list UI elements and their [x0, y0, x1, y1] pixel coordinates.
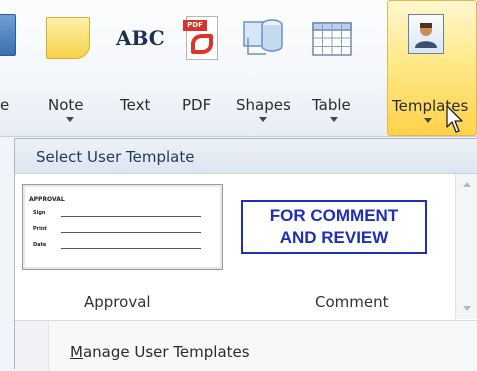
approval-preview-title: APPROVAL: [29, 196, 65, 203]
dropdown-title: Select User Template: [36, 148, 195, 166]
gallery-scrollbar[interactable]: [455, 174, 477, 319]
template-caption-approval: Approval: [84, 293, 151, 311]
table-button[interactable]: Table: [298, 0, 374, 136]
manage-templates-item[interactable]: Manage User Templates: [15, 320, 477, 371]
user-template-icon: [408, 14, 444, 54]
comment-stamp-preview: FOR COMMENT AND REVIEW: [241, 200, 427, 254]
abc-text-icon: ABC: [116, 26, 165, 50]
text-button[interactable]: ABC Text: [108, 0, 172, 136]
manage-templates-label: Manage User Templates: [70, 343, 250, 361]
scroll-up-icon[interactable]: [463, 182, 471, 187]
approval-field-print: Print: [33, 226, 203, 234]
template-caption-comment: Comment: [315, 293, 389, 311]
pdf-badge: PDF: [183, 20, 207, 31]
table-button-label: Table: [312, 96, 351, 114]
note-button[interactable]: Note: [36, 0, 106, 136]
shapes-dropdown-arrow[interactable]: [259, 117, 267, 122]
calendar-partial-icon: [0, 14, 16, 56]
approval-stamp-preview: APPROVAL Sign Print Date: [22, 184, 223, 270]
template-gallery: APPROVAL Sign Print Date Approval FOR CO…: [15, 174, 455, 319]
ribbon-toolbar: e Note ABC Text PDF PDF Shapes Table Tem…: [0, 0, 477, 137]
ribbon-button-partial-label: e: [0, 96, 10, 114]
shapes-icon: [242, 16, 286, 58]
note-icon: [46, 17, 90, 59]
menu-icon-gutter: [15, 321, 49, 371]
mouse-cursor-icon: [446, 105, 466, 139]
templates-dropdown-arrow[interactable]: [424, 118, 432, 123]
pdf-icon: PDF: [183, 16, 218, 60]
dropdown-header: Select User Template: [15, 139, 477, 174]
table-dropdown-arrow[interactable]: [330, 117, 338, 122]
note-dropdown-arrow[interactable]: [66, 117, 74, 122]
comment-preview-line-1: FOR COMMENT: [269, 206, 399, 225]
approval-field-sign: Sign: [33, 210, 203, 218]
templates-button[interactable]: Templates: [387, 0, 477, 136]
template-item-approval[interactable]: APPROVAL Sign Print Date Approval: [22, 184, 223, 314]
pdf-button-label: PDF: [182, 96, 212, 114]
comment-preview-line-2: AND REVIEW: [279, 228, 389, 247]
shapes-button[interactable]: Shapes: [232, 0, 294, 136]
template-item-comment[interactable]: FOR COMMENT AND REVIEW Comment: [229, 184, 449, 314]
template-dropdown-panel: Select User Template APPROVAL Sign Print…: [14, 138, 477, 371]
table-icon: [312, 22, 352, 56]
text-button-label: Text: [120, 96, 151, 114]
shapes-button-label: Shapes: [236, 96, 291, 114]
pdf-button[interactable]: PDF PDF: [176, 0, 226, 136]
scroll-down-icon[interactable]: [463, 306, 471, 311]
ribbon-button-partial[interactable]: e: [0, 0, 34, 136]
note-button-label: Note: [48, 96, 84, 114]
approval-field-date: Date: [33, 242, 203, 250]
